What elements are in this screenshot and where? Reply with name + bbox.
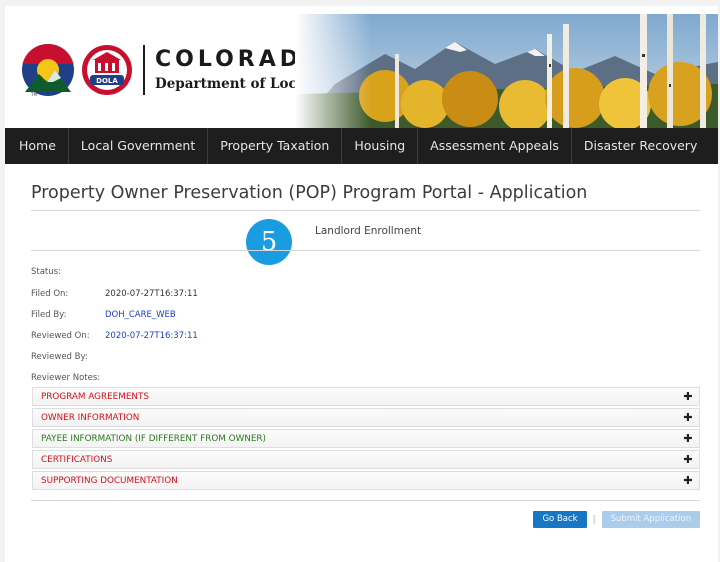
section-certifications[interactable]: CERTIFICATIONS ✚ <box>32 450 700 469</box>
site-header: TM DOLA COLORADO Department of Local Aff… <box>5 6 718 130</box>
section-label: PROGRAM AGREEMENTS <box>41 391 149 402</box>
nav-assessment-appeals[interactable]: Assessment Appeals <box>418 128 572 164</box>
nav-housing[interactable]: Housing <box>342 128 419 164</box>
filed-by-value[interactable]: DOH_CARE_WEB <box>105 310 176 320</box>
section-label: CERTIFICATIONS <box>41 454 113 465</box>
dola-badge-text: DOLA <box>96 77 118 85</box>
submit-application-button[interactable]: Submit Application <box>601 511 700 528</box>
reviewed-on-row: Reviewed On: 2020-07-27T16:37:11 <box>31 331 198 341</box>
reviewed-by-row: Reviewed By: <box>31 352 105 362</box>
expand-plus-icon[interactable]: ✚ <box>682 432 694 445</box>
dola-seal-icon: DOLA <box>82 45 132 95</box>
reviewed-on-value[interactable]: 2020-07-27T16:37:11 <box>105 331 198 341</box>
section-label: SUPPORTING DOCUMENTATION <box>41 475 178 486</box>
enrollment-divider <box>31 250 700 251</box>
logo-divider <box>143 45 145 95</box>
filed-by-label: Filed By: <box>31 310 67 320</box>
status-row: Status: <box>31 267 105 277</box>
section-label: OWNER INFORMATION <box>41 412 140 423</box>
nav-property-taxation[interactable]: Property Taxation <box>208 128 343 164</box>
section-label: PAYEE INFORMATION (IF DIFFERENT FROM OWN… <box>41 433 266 444</box>
sections-divider <box>31 500 700 501</box>
status-label: Status: <box>31 267 61 277</box>
reviewer-notes-row: Reviewer Notes: <box>31 373 100 383</box>
reviewed-on-label: Reviewed On: <box>31 331 90 341</box>
section-payee-information[interactable]: PAYEE INFORMATION (IF DIFFERENT FROM OWN… <box>32 429 700 448</box>
expand-plus-icon[interactable]: ✚ <box>682 411 694 424</box>
go-back-button[interactable]: Go Back <box>533 511 587 528</box>
button-separator: | <box>592 514 596 525</box>
expand-plus-icon[interactable]: ✚ <box>682 390 694 403</box>
expand-plus-icon[interactable]: ✚ <box>682 474 694 487</box>
title-divider <box>31 210 700 211</box>
filed-on-label: Filed On: <box>31 289 69 299</box>
content-card: TM DOLA COLORADO Department of Local Aff… <box>5 6 718 562</box>
co-trademark: TM <box>30 92 37 97</box>
filed-on-value: 2020-07-27T16:37:11 <box>105 289 198 299</box>
main-nav: Home Local Government Property Taxation … <box>5 128 718 164</box>
expand-plus-icon[interactable]: ✚ <box>682 453 694 466</box>
section-program-agreements[interactable]: PROGRAM AGREEMENTS ✚ <box>32 387 700 406</box>
filed-by-row: Filed By: DOH_CARE_WEB <box>31 310 176 320</box>
page-title: Property Owner Preservation (POP) Progra… <box>31 183 588 203</box>
nav-local-government[interactable]: Local Government <box>69 128 209 164</box>
nav-disaster-recovery[interactable]: Disaster Recovery <box>572 128 709 164</box>
nav-home[interactable]: Home <box>5 128 69 164</box>
step-number-badge: 5 <box>246 219 292 265</box>
application-sections: PROGRAM AGREEMENTS ✚ OWNER INFORMATION ✚… <box>32 387 700 492</box>
page: TM DOLA COLORADO Department of Local Aff… <box>0 0 720 562</box>
reviewer-notes-label: Reviewer Notes: <box>31 373 101 383</box>
section-supporting-documentation[interactable]: SUPPORTING DOCUMENTATION ✚ <box>32 471 700 490</box>
reviewed-by-label: Reviewed By: <box>31 352 88 362</box>
filed-on-row: Filed On: 2020-07-27T16:37:11 <box>31 289 198 299</box>
colorado-c-logo-icon: TM <box>22 43 74 97</box>
section-owner-information[interactable]: OWNER INFORMATION ✚ <box>32 408 700 427</box>
enrollment-type-label: Landlord Enrollment <box>315 225 422 237</box>
action-buttons: Go Back | Submit Application <box>533 511 700 528</box>
aspen-banner-image <box>295 14 718 130</box>
